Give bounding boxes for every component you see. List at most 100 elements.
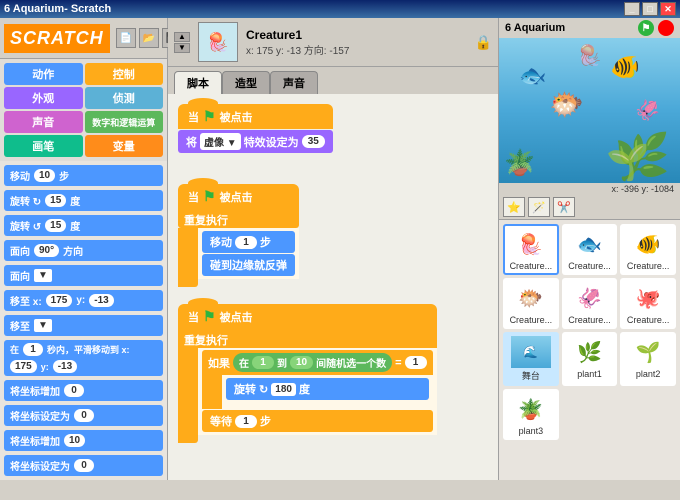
repeat-block-2[interactable]: 重复执行 xyxy=(178,209,299,228)
sprite-cell-0[interactable]: 🪼 Creature... xyxy=(503,224,559,275)
cat-motion-btn[interactable]: 动作 xyxy=(4,63,83,85)
block-turn-right[interactable]: 旋转 ↻ 15 度 xyxy=(4,190,163,211)
sprite-img-0: 🪼 xyxy=(511,228,551,260)
stage-title-text: 6 Aquarium xyxy=(505,22,565,34)
turn-180-block[interactable]: 旋转 ↻ 180 度 xyxy=(226,378,429,400)
stage-display: 🌿 🌱 🪴 🐟 🐡 🐠 🦑 🪼 xyxy=(499,38,680,183)
sprite-label-2: Creature... xyxy=(624,261,672,271)
star-tool-btn[interactable]: ⭐ xyxy=(503,197,525,217)
hat-block-2[interactable]: 当 ⚑ 被点击 xyxy=(178,184,299,209)
if-bottom xyxy=(202,403,222,409)
block-face-dir[interactable]: 面向 90° 方向 xyxy=(4,240,163,261)
plant-mid: 🌱 xyxy=(606,142,650,183)
scripts-canvas[interactable]: 当 ⚑ 被点击 将 虚像 ▼ 特效设定为 35 当 ⚑ 被点击 重复执行 移动 … xyxy=(168,94,498,480)
stop-button[interactable] xyxy=(658,20,674,36)
nav-down-arrow[interactable]: ▼ xyxy=(174,43,190,53)
title-bar: 6 Aquarium- Scratch _ □ ✕ xyxy=(0,0,680,18)
cat-pen-btn[interactable]: 画笔 xyxy=(4,135,83,157)
sprite-nav[interactable]: ▲ ▼ xyxy=(174,32,190,53)
center-panel: ▲ ▼ 🪼 Creature1 x: 175 y: -13 方向: -157 🔒… xyxy=(168,18,498,480)
if-block[interactable]: 如果 在 1 到 10 间随机选一个数 = 1 xyxy=(202,350,433,375)
block-set-y[interactable]: 将坐标设定为 0 xyxy=(4,455,163,476)
sprite-cell-plant2[interactable]: 🌱 plant2 xyxy=(620,332,676,386)
if-inner: 旋转 ↻ 180 度 xyxy=(202,375,433,403)
sprite-cell-plant1[interactable]: 🌿 plant1 xyxy=(562,332,618,386)
sprite-img-plant1: 🌿 xyxy=(569,336,609,368)
close-button[interactable]: ✕ xyxy=(660,2,676,16)
cat-looks-btn[interactable]: 外观 xyxy=(4,87,83,109)
tab-sounds[interactable]: 声音 xyxy=(270,71,318,94)
sprites-grid: 🪼 Creature... 🐟 Creature... 🐠 Creature..… xyxy=(499,220,680,444)
stage-coords: x: -396 y: -1084 xyxy=(499,183,680,195)
fish-3: 🐠 xyxy=(610,53,640,82)
sprite-cell-4[interactable]: 🦑 Creature... xyxy=(562,278,618,329)
move-1-block[interactable]: 移动 1 步 xyxy=(202,231,295,253)
cat-variable-btn[interactable]: 变量 xyxy=(85,135,164,157)
block-set-x[interactable]: 将坐标设定为 0 xyxy=(4,405,163,426)
minimize-button[interactable]: _ xyxy=(624,2,640,16)
window-controls[interactable]: _ □ ✕ xyxy=(624,2,676,16)
hat-block-3[interactable]: 当 ⚑ 被点击 xyxy=(178,304,437,329)
sprite-img-3: 🐡 xyxy=(511,282,551,314)
fish-2: 🐡 xyxy=(549,88,584,121)
underwater-bg: 🌿 🌱 🪴 🐟 🐡 🐠 🦑 🪼 xyxy=(499,38,680,183)
block-move[interactable]: 移动 10 步 xyxy=(4,165,163,186)
category-grid: 动作 控制 外观 侦测 声音 数字和逻辑运算 画笔 变量 xyxy=(0,59,167,161)
fish-4: 🦑 xyxy=(635,98,660,123)
cat-operator-btn[interactable]: 数字和逻辑运算 xyxy=(85,111,164,133)
green-flag-button[interactable]: ⚑ xyxy=(638,20,654,36)
sprite-label-5: Creature... xyxy=(624,315,672,325)
block-glide[interactable]: 在 1 秒内，平滑移动到 x:175 y:-13 xyxy=(4,340,163,376)
hat-block-1[interactable]: 当 ⚑ 被点击 xyxy=(178,104,333,129)
left-panel: SCRATCH 📄 📂 💾 文件 编辑 分享 帮助 动作 控制 外观 侦测 声音… xyxy=(0,18,168,480)
new-file-icon[interactable]: 📄 xyxy=(116,28,136,48)
sprite-img-plant3: 🪴 xyxy=(511,393,551,425)
sprite-label-plant3: plant3 xyxy=(507,426,555,436)
open-file-icon[interactable]: 📂 xyxy=(139,28,159,48)
sprite-cell-2[interactable]: 🐠 Creature... xyxy=(620,224,676,275)
block-goto-xy[interactable]: 移至 x:175 y:-13 xyxy=(4,290,163,311)
sprite-img-1: 🐟 xyxy=(569,228,609,260)
sprite-cell-3[interactable]: 🐡 Creature... xyxy=(503,278,559,329)
block-goto-sprite[interactable]: 移至 ▼ xyxy=(4,315,163,336)
repeat-inner-2: 移动 1 步 碰到边缘就反弹 xyxy=(178,228,299,279)
scratch-logo: SCRATCH xyxy=(4,24,110,53)
repeat-inner-3: 如果 在 1 到 10 间随机选一个数 = 1 旋转 ↻ 180 度 等待 1 … xyxy=(178,348,437,435)
creature-top: 🪼 xyxy=(577,43,602,68)
stage-toolbar[interactable]: ⭐ 🪄 ✂️ xyxy=(499,195,680,220)
block-face-toward[interactable]: 面向 ▼ xyxy=(4,265,163,286)
nav-up-arrow[interactable]: ▲ xyxy=(174,32,190,42)
sprite-name: Creature1 xyxy=(246,28,467,42)
maximize-button[interactable]: □ xyxy=(642,2,658,16)
sprite-cell-1[interactable]: 🐟 Creature... xyxy=(562,224,618,275)
script-group-3: 当 ⚑ 被点击 重复执行 如果 在 1 到 10 间随机选一个数 = 1 旋转 … xyxy=(178,304,437,443)
cat-sensing-btn[interactable]: 侦测 xyxy=(85,87,164,109)
block-turn-left[interactable]: 旋转 ↺ 15 度 xyxy=(4,215,163,236)
cat-sound-btn[interactable]: 声音 xyxy=(4,111,83,133)
cat-control-btn[interactable]: 控制 xyxy=(85,63,164,85)
bounce-block[interactable]: 碰到边缘就反弹 xyxy=(202,254,295,276)
sprite-cell-stage[interactable]: 🌊 舞台 xyxy=(503,332,559,386)
sprite-cell-plant3[interactable]: 🪴 plant3 xyxy=(503,389,559,440)
looks-ghost-block[interactable]: 将 虚像 ▼ 特效设定为 35 xyxy=(178,130,333,153)
tab-scripts[interactable]: 脚本 xyxy=(174,71,222,94)
right-panel: 6 Aquarium ⚑ 🌿 🌱 🪴 🐟 🐡 🐠 🦑 🪼 xyxy=(498,18,680,480)
wand-tool-btn[interactable]: 🪄 xyxy=(528,197,550,217)
stage-controls[interactable]: ⚑ xyxy=(638,20,674,36)
lock-icon[interactable]: 🔒 xyxy=(475,34,492,51)
repeat-block-3[interactable]: 重复执行 xyxy=(178,329,437,348)
block-change-x[interactable]: 将坐标增加 0 xyxy=(4,380,163,401)
sprite-cell-5[interactable]: 🐙 Creature... xyxy=(620,278,676,329)
sprites-area: 🪼 Creature... 🐟 Creature... 🐠 Creature..… xyxy=(499,220,680,480)
app-body: SCRATCH 📄 📂 💾 文件 编辑 分享 帮助 动作 控制 外观 侦测 声音… xyxy=(0,18,680,480)
block-change-y[interactable]: 将坐标增加 10 xyxy=(4,430,163,451)
tab-costumes[interactable]: 造型 xyxy=(222,71,270,94)
sprite-header: ▲ ▼ 🪼 Creature1 x: 175 y: -13 方向: -157 🔒 xyxy=(168,18,498,67)
sprite-img-5: 🐙 xyxy=(628,282,668,314)
wait-block[interactable]: 等待 1 步 xyxy=(202,410,433,432)
scissors-tool-btn[interactable]: ✂️ xyxy=(553,197,575,217)
sprite-label-stage: 舞台 xyxy=(507,369,555,382)
sprite-label-4: Creature... xyxy=(566,315,614,325)
tabs-row: 脚本 造型 声音 xyxy=(168,67,498,94)
fish-1: 🐟 xyxy=(519,63,546,89)
